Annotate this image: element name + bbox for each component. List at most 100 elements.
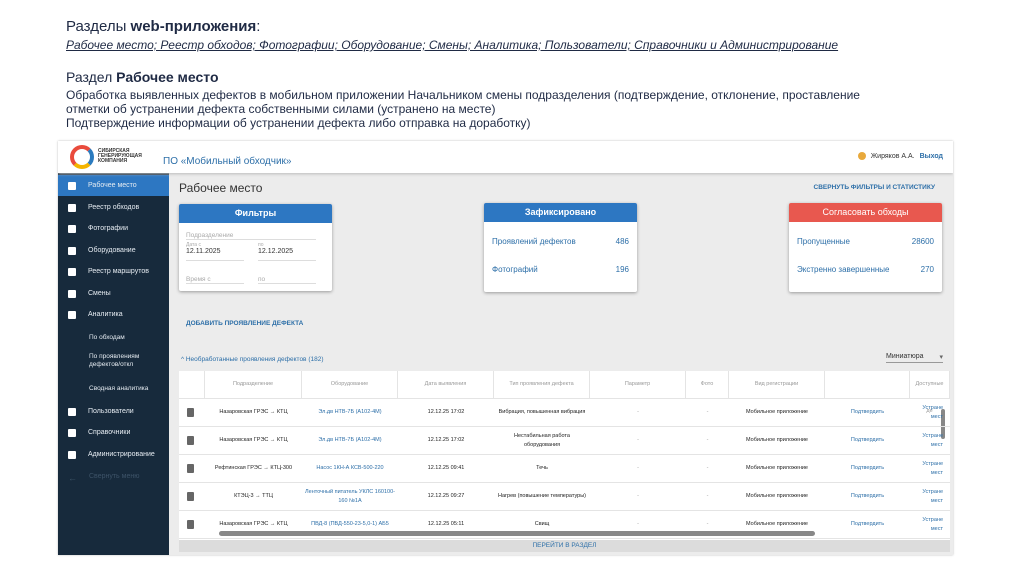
- fixed-on-site-link[interactable]: Устране мест: [910, 460, 946, 478]
- defects-count: 486: [615, 237, 629, 246]
- fixed-card: Зафиксировано Проявлений дефектов 486 Фот…: [484, 203, 637, 292]
- sidebar-item[interactable]: Пользователи: [58, 401, 169, 422]
- photos-stat[interactable]: Фотографий 196: [492, 265, 629, 274]
- confirm-link[interactable]: Подтвердить: [825, 520, 910, 529]
- cell-parameter: -: [637, 521, 639, 527]
- sidebar-item[interactable]: Сводная аналитика: [58, 378, 169, 399]
- sidebar: Рабочее место Реестр обходов Фотографии Обо…: [58, 173, 169, 555]
- confirm-link[interactable]: Подтвердить: [825, 464, 910, 473]
- table-row[interactable]: Назаровская ГРЭС → КТЦ Эл.дв НТВ-7Б (А102…: [179, 399, 950, 427]
- cell-division: Назаровская ГРЭС → КТЦ: [219, 409, 288, 415]
- clipboard-icon[interactable]: [179, 464, 205, 473]
- emergency-label: Экстренно завершенные: [797, 265, 890, 274]
- sidebar-item-label: Реестр маршрутов: [88, 268, 149, 275]
- cell-equipment[interactable]: Ленточный питатель УКЛС 160100-160 №1А: [302, 488, 398, 506]
- sidebar-item[interactable]: Реестр маршрутов: [58, 261, 169, 282]
- confirm-link[interactable]: Подтвердить: [825, 408, 910, 417]
- fixed-on-site-link[interactable]: Устране мест: [910, 404, 946, 422]
- fixed-on-site-link[interactable]: Устране мест: [910, 516, 946, 534]
- sidebar-item[interactable]: Рабочее место: [58, 175, 169, 196]
- fixed-title: Зафиксировано: [484, 203, 637, 222]
- column-header: [825, 371, 910, 398]
- clipboard-icon[interactable]: [179, 408, 205, 417]
- fixed-on-site-link[interactable]: Устране мест: [910, 488, 946, 506]
- table-row[interactable]: Назаровская ГРЭС → КТЦ ПВД-8 (ПВД-550-23-…: [179, 511, 950, 539]
- cell-division: Назаровская ГРЭС → КТЦ: [219, 521, 288, 527]
- table-row[interactable]: Рефтинская ГРЭС → КТЦ-300 Насос 1КН-А КСВ…: [179, 455, 950, 483]
- confirm-link[interactable]: Подтвердить: [825, 492, 910, 501]
- defects-table: Подразделение Оборудование Дата выявления Т…: [179, 371, 950, 540]
- missed-stat[interactable]: Пропущенные 28600: [797, 237, 934, 246]
- desc-line-2: Подтверждение информации об устранении д…: [66, 116, 531, 130]
- column-header: Фото: [686, 371, 729, 398]
- logout-link[interactable]: Выход: [920, 153, 943, 160]
- title-suffix: :: [256, 18, 261, 35]
- sidebar-item[interactable]: По проявлениям дефектов/откл: [58, 350, 169, 371]
- sidebar-item-label: Справочники: [88, 429, 131, 436]
- column-header: Параметр: [590, 371, 686, 398]
- section-prefix: Раздел: [66, 69, 117, 85]
- clipboard-icon[interactable]: [179, 436, 205, 445]
- sidebar-item[interactable]: Оборудование: [58, 240, 169, 261]
- missed-label: Пропущенные: [797, 237, 850, 246]
- clipboard-shape: [187, 436, 194, 445]
- app-header: СИБИРСКАЯ ГЕНЕРИРУЮЩАЯ КОМПАНИЯ ПО «Моби…: [58, 141, 953, 173]
- table-row[interactable]: КТЭЦ-3 → ТТЦ Ленточный питатель УКЛС 1601…: [179, 483, 950, 511]
- add-defect-button[interactable]: ДОБАВИТЬ ПРОЯВЛЕНИЕ ДЕФЕКТА: [186, 320, 303, 327]
- clipboard-icon[interactable]: [179, 520, 205, 529]
- cell-division: КТЭЦ-3 → ТТЦ: [234, 493, 273, 499]
- menu-icon: [68, 289, 76, 298]
- cell-defect-type: Нестабильная работа оборудования: [514, 432, 570, 448]
- cell-equipment[interactable]: Эл.дв НТВ-7Б (А102-4М): [302, 436, 398, 445]
- emergency-stat[interactable]: Экстренно завершенные 270: [797, 265, 934, 274]
- menu-icon: [68, 450, 76, 459]
- table-row[interactable]: Назаровская ГРЭС → КТЦ Эл.дв НТВ-7Б (А102…: [179, 427, 950, 455]
- cell-photo: -: [706, 437, 709, 443]
- go-to-section-button[interactable]: ПЕРЕЙТИ В РАЗДЕЛ: [179, 540, 950, 552]
- date-to-value: 12.12.2025: [258, 248, 294, 255]
- defects-stat[interactable]: Проявлений дефектов 486: [492, 237, 629, 246]
- sidebar-item-label: Сводная аналитика: [89, 384, 149, 392]
- emergency-count: 270: [920, 265, 934, 274]
- sidebar-item[interactable]: Аналитика: [58, 304, 169, 325]
- defects-label: Проявлений дефектов: [492, 237, 576, 246]
- fixed-on-site-link[interactable]: Устране мест: [910, 432, 946, 450]
- date-from-field[interactable]: Дата с 12.11.2025: [186, 242, 244, 261]
- filters-title: Фильтры: [179, 204, 332, 223]
- sidebar-item-label: Администрирование: [88, 451, 155, 458]
- menu-icon: [68, 310, 76, 319]
- cell-division: Назаровская ГРЭС → КТЦ: [219, 437, 288, 443]
- sidebar-item[interactable]: Фотографии: [58, 218, 169, 239]
- cell-date: 12.12.25 09:41: [427, 465, 465, 471]
- time-to-input[interactable]: по: [258, 276, 316, 284]
- confirm-link[interactable]: Подтвердить: [825, 436, 910, 445]
- cell-equipment[interactable]: Эл.дв НТВ-7Б (А102-4М): [302, 408, 398, 417]
- sidebar-item[interactable]: Реестр обходов: [58, 197, 169, 218]
- column-header: Тип проявления дефекта: [494, 371, 590, 398]
- sidebar-item-label: Смены: [88, 290, 111, 297]
- sidebar-item[interactable]: Смены: [58, 283, 169, 304]
- cell-equipment[interactable]: Насос 1КН-А КСВ-500-220: [302, 464, 398, 473]
- sidebar-item[interactable]: Справочники: [58, 422, 169, 443]
- sidebar-item[interactable]: ← Свернуть меню: [58, 466, 169, 487]
- menu-icon: [68, 203, 76, 212]
- sidebar-item-label: Свернуть меню: [89, 473, 140, 480]
- view-select[interactable]: Миниатюра: [886, 353, 943, 363]
- column-header: Вид регистрации: [729, 371, 825, 398]
- sidebar-item[interactable]: По обходам: [58, 327, 169, 348]
- date-to-field[interactable]: по 12.12.2025: [258, 242, 316, 261]
- collapse-filters-button[interactable]: СВЕРНУТЬ ФИЛЬТРЫ И СТАТИСТИКУ: [814, 184, 935, 191]
- column-header: Оборудование: [302, 371, 398, 398]
- cell-date: 12.12.25 05:11: [427, 521, 465, 527]
- clipboard-icon[interactable]: [179, 492, 205, 501]
- sidebar-item[interactable]: Администрирование: [58, 444, 169, 465]
- cell-photo: -: [706, 465, 709, 471]
- division-input[interactable]: Подразделение: [186, 232, 316, 240]
- group-toggle[interactable]: ^ Необработанные проявления дефектов (18…: [181, 356, 324, 363]
- column-header: Дата выявления: [398, 371, 494, 398]
- clipboard-shape: [187, 464, 194, 473]
- time-from-input[interactable]: Время с: [186, 276, 244, 284]
- agree-card: Согласовать обходы Пропущенные 28600 Экст…: [789, 203, 942, 292]
- cell-equipment[interactable]: ПВД-8 (ПВД-550-23-5,0-1) АБ5: [302, 520, 398, 529]
- menu-icon: [68, 181, 76, 190]
